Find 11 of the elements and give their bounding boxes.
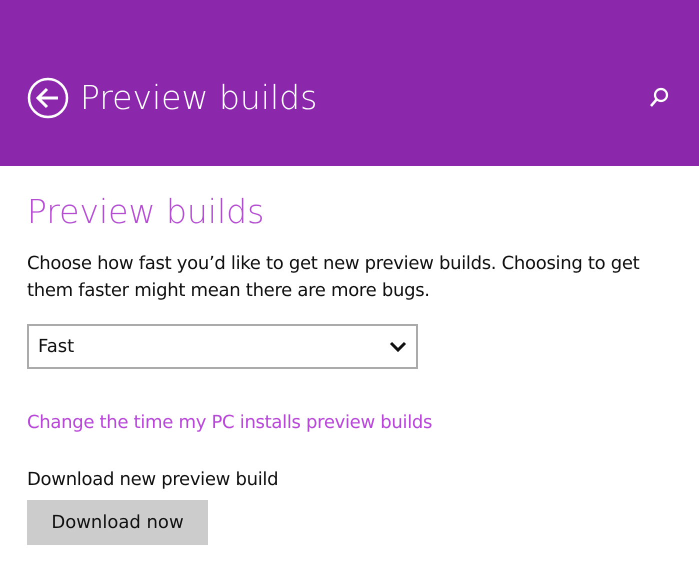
schedule-link[interactable]: Change the time my PC installs preview builds xyxy=(27,412,432,433)
speed-dropdown[interactable]: Fast xyxy=(27,324,418,369)
download-label: Download new preview build xyxy=(27,468,280,492)
back-icon[interactable] xyxy=(27,77,69,119)
section-heading: Preview builds xyxy=(27,191,266,233)
page-title: Preview builds xyxy=(80,77,318,120)
dropdown-value: Fast xyxy=(38,335,74,359)
chevron-icon xyxy=(389,341,407,352)
description-text: Choose how fast you’d like to get new preview builds. Choosing to get them faster might mean there are more bugs. xyxy=(27,252,640,303)
download-button[interactable]: Download now xyxy=(27,500,208,545)
search-icon[interactable] xyxy=(649,87,669,109)
